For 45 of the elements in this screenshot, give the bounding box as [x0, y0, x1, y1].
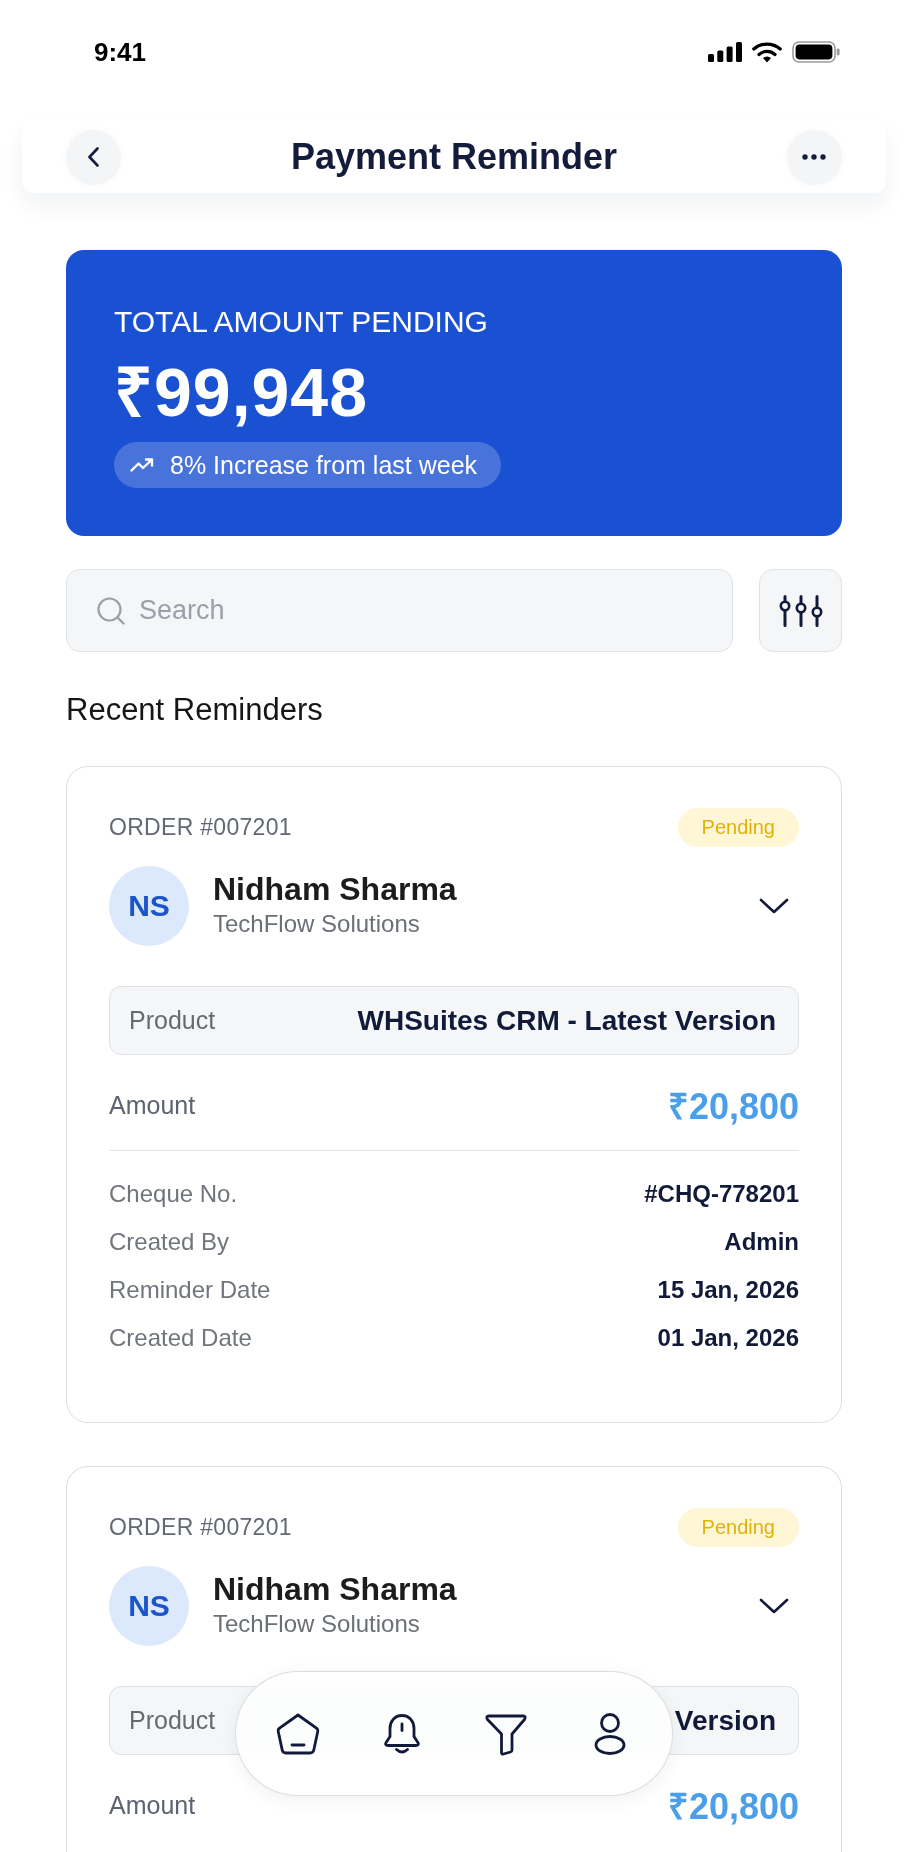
- search-field[interactable]: Search: [66, 569, 733, 652]
- total-amount: ₹99,948: [114, 353, 369, 432]
- detail-label: Reminder Date: [109, 1276, 271, 1304]
- status-badge: Pending: [677, 808, 799, 847]
- summary-label: TOTAL AMOUNT PENDING: [114, 304, 489, 340]
- chevron-down-icon[interactable]: [759, 1598, 789, 1614]
- order-number: ORDER #007201: [109, 1514, 292, 1541]
- product-label: Product: [129, 1706, 216, 1735]
- company-name: TechFlow Solutions: [213, 1609, 420, 1639]
- detail-value: #CHQ-778201: [644, 1180, 799, 1208]
- product-name: WHSuites CRM - Latest Version: [357, 1004, 776, 1037]
- customer-name: Nidham Sharma: [213, 871, 457, 907]
- order-number: ORDER #007201: [109, 814, 292, 841]
- trend-up-icon: [130, 458, 154, 472]
- battery-icon: [792, 41, 840, 63]
- amount-label: Amount: [109, 1090, 196, 1120]
- avatar: NS: [109, 866, 189, 946]
- detail-label: Cheque No.: [109, 1180, 238, 1208]
- avatar: NS: [109, 1566, 189, 1646]
- home-icon[interactable]: [276, 1711, 320, 1756]
- wifi-icon: [752, 41, 782, 63]
- status-time: 9:41: [94, 36, 147, 68]
- page-title: Payment Reminder: [290, 136, 618, 178]
- signal-icon: [708, 42, 742, 62]
- filter-button[interactable]: [759, 569, 842, 652]
- product-name: Version: [674, 1704, 776, 1737]
- customer-name: Nidham Sharma: [213, 1571, 457, 1607]
- more-icon: [802, 154, 827, 160]
- chevron-down-icon[interactable]: [759, 898, 789, 914]
- detail-label: Created By: [109, 1228, 230, 1256]
- section-title: Recent Reminders: [66, 691, 323, 729]
- sliders-icon: [778, 594, 823, 627]
- search-icon: [97, 596, 125, 625]
- company-name: TechFlow Solutions: [213, 909, 420, 939]
- detail-value: 15 Jan, 2026: [657, 1276, 799, 1304]
- amount-value: ₹20,800: [667, 1084, 799, 1129]
- status-badge: Pending: [677, 1508, 799, 1547]
- chevron-left-icon: [88, 147, 99, 167]
- amount-value: ₹20,800: [667, 1784, 799, 1829]
- detail-value: 01 Jan, 2026: [657, 1324, 799, 1352]
- amount-label: Amount: [109, 1790, 196, 1820]
- product-label: Product: [129, 1006, 216, 1035]
- trend-text: 8% Increase from last week: [170, 450, 478, 480]
- detail-label: Created Date: [109, 1324, 252, 1352]
- detail-value: Admin: [724, 1228, 799, 1256]
